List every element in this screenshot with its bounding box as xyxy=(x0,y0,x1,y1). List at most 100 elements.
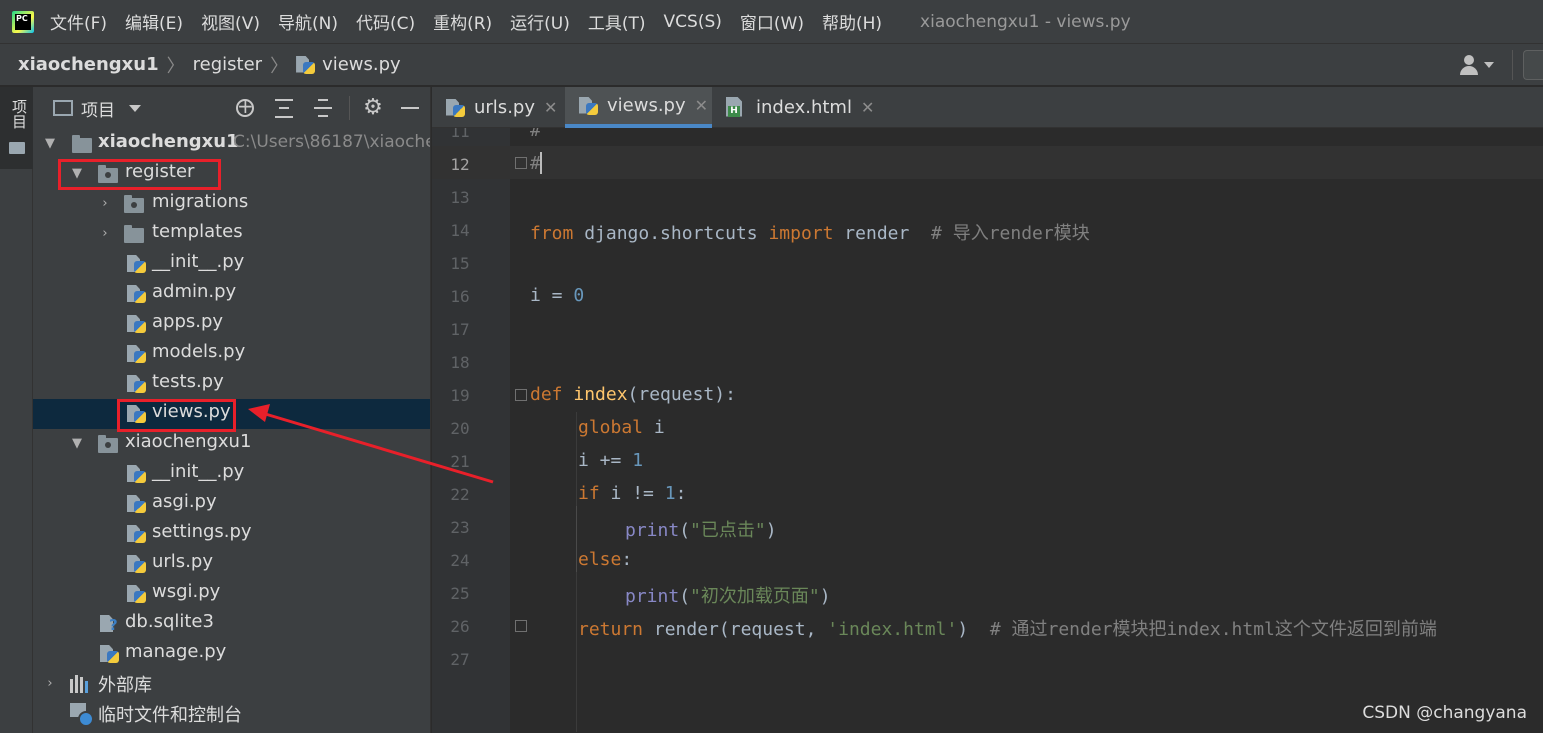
code-editor[interactable]: 11 12 13 14 15 16 17 18 19 20 21 22 23 2… xyxy=(432,128,1543,733)
watermark: CSDN @changyana xyxy=(1362,703,1527,723)
tab-label: views.py xyxy=(607,95,686,116)
menu-navigate[interactable]: 导航(N) xyxy=(278,9,338,34)
python-file-icon xyxy=(446,98,466,118)
collapse-all-icon[interactable] xyxy=(311,96,335,120)
project-panel-title[interactable]: 项目 xyxy=(81,96,115,121)
python-file-icon xyxy=(127,584,147,604)
chevron-right-icon[interactable]: › xyxy=(43,677,57,691)
breadcrumb-file[interactable]: views.py xyxy=(322,54,401,75)
python-file-icon xyxy=(127,344,147,364)
python-file-icon xyxy=(127,374,147,394)
tree-item-file[interactable]: asgi.py xyxy=(33,489,430,519)
python-file-icon xyxy=(127,554,147,574)
menu-code[interactable]: 代码(C) xyxy=(356,9,415,34)
run-configuration-button[interactable] xyxy=(1523,50,1543,80)
project-tool-window-tab[interactable]: 项目 xyxy=(0,87,33,169)
tree-item-file[interactable]: settings.py xyxy=(33,519,430,549)
code-line-11: # xyxy=(530,128,541,141)
tree-item-label: admin.py xyxy=(152,281,237,302)
expand-all-icon[interactable] xyxy=(272,96,296,120)
folder-icon xyxy=(9,142,25,154)
chevron-down-icon[interactable]: ▼ xyxy=(43,137,57,151)
menu-edit[interactable]: 编辑(E) xyxy=(125,9,183,34)
line-number: 23 xyxy=(450,518,470,537)
menu-run[interactable]: 运行(U) xyxy=(510,9,570,34)
tree-item-file[interactable]: wsgi.py xyxy=(33,579,430,609)
python-file-icon xyxy=(127,494,147,514)
project-path: C:\Users\86187\xiaoche xyxy=(233,132,431,152)
line-number: 18 xyxy=(450,353,470,372)
menu-refactor[interactable]: 重构(R) xyxy=(433,9,492,34)
tree-item-templates[interactable]: › templates xyxy=(33,219,430,249)
python-file-icon xyxy=(100,644,120,664)
tree-item-label: 外部库 xyxy=(98,675,152,696)
menu-view[interactable]: 视图(V) xyxy=(201,9,260,34)
breadcrumb-separator-icon: 〉 xyxy=(270,55,289,77)
tree-item-file[interactable]: db.sqlite3 xyxy=(33,609,430,639)
user-account-icon[interactable] xyxy=(1458,50,1498,80)
code-line-22: if i != 1: xyxy=(578,483,687,504)
tree-item-inner-package[interactable]: ▼ xiaochengxu1 xyxy=(33,429,430,459)
line-number: 11 xyxy=(450,128,470,141)
breadcrumb-folder[interactable]: register xyxy=(193,54,262,75)
tree-item-label: 临时文件和控制台 xyxy=(98,705,242,726)
menu-help[interactable]: 帮助(H) xyxy=(822,9,882,34)
menu-vcs[interactable]: VCS(S) xyxy=(664,12,722,32)
project-panel: 项目 ⚙ ▼ xiaochengxu1 C:\Users\86187\xiaoc… xyxy=(33,87,431,733)
chevron-down-icon[interactable] xyxy=(129,104,141,112)
tree-item-file[interactable]: manage.py xyxy=(33,639,430,669)
chevron-right-icon[interactable]: › xyxy=(98,227,112,241)
hide-panel-icon[interactable] xyxy=(399,96,423,120)
menu-tools[interactable]: 工具(T) xyxy=(588,9,646,34)
fold-marker-icon[interactable] xyxy=(515,620,527,632)
fold-marker-icon[interactable] xyxy=(515,157,527,169)
tree-item-root[interactable]: ▼ xiaochengxu1 C:\Users\86187\xiaoche xyxy=(33,129,431,159)
code-line-20: global i xyxy=(578,417,665,438)
pycharm-logo-icon[interactable]: PC xyxy=(12,10,34,33)
python-file-icon xyxy=(127,314,147,334)
tree-item-migrations[interactable]: › migrations xyxy=(33,189,430,219)
tree-item-file[interactable]: __init__.py xyxy=(33,459,430,489)
tree-item-file[interactable]: admin.py xyxy=(33,279,430,309)
tree-item-label: tests.py xyxy=(152,371,224,392)
html-file-icon xyxy=(726,97,748,119)
close-icon[interactable]: ✕ xyxy=(695,96,708,115)
breadcrumb-project[interactable]: xiaochengxu1 xyxy=(18,54,159,75)
tree-item-label: db.sqlite3 xyxy=(125,611,214,632)
tab-views[interactable]: views.py ✕ xyxy=(565,87,712,128)
line-number: 17 xyxy=(450,320,470,339)
tree-item-file[interactable]: urls.py xyxy=(33,549,430,579)
chevron-down-icon[interactable]: ▼ xyxy=(70,437,84,451)
line-number: 21 xyxy=(450,452,470,471)
tree-item-label: __init__.py xyxy=(152,461,245,482)
tree-item-scratches[interactable]: 临时文件和控制台 xyxy=(33,699,430,729)
tab-index-html[interactable]: index.html ✕ xyxy=(712,87,877,128)
code-line-25: print("初次加载页面") xyxy=(625,586,831,607)
tree-item-file[interactable]: tests.py xyxy=(33,369,430,399)
chevron-right-icon[interactable]: › xyxy=(98,197,112,211)
tree-item-label: asgi.py xyxy=(152,491,217,512)
text-cursor xyxy=(540,152,542,174)
line-number: 12 xyxy=(450,155,470,174)
tree-item-label: xiaochengxu1 xyxy=(125,431,252,452)
close-icon[interactable]: ✕ xyxy=(861,98,874,117)
tree-item-file[interactable]: __init__.py xyxy=(33,249,430,279)
folder-icon xyxy=(72,135,92,153)
package-folder-icon xyxy=(98,435,118,453)
close-icon[interactable]: ✕ xyxy=(544,98,557,117)
python-file-icon xyxy=(127,254,147,274)
locate-file-icon[interactable] xyxy=(233,94,257,120)
tree-item-file[interactable]: apps.py xyxy=(33,309,430,339)
line-number: 16 xyxy=(450,287,470,306)
gear-icon[interactable]: ⚙ xyxy=(361,96,385,120)
menu-window[interactable]: 窗口(W) xyxy=(740,9,804,34)
line-number: 22 xyxy=(450,485,470,504)
tree-item-external-libraries[interactable]: › 外部库 xyxy=(33,669,430,699)
fold-marker-icon[interactable] xyxy=(515,389,527,401)
indent-guide xyxy=(576,412,577,732)
tree-item-label: apps.py xyxy=(152,311,224,332)
tab-urls[interactable]: urls.py ✕ xyxy=(432,87,565,128)
menu-file[interactable]: 文件(F) xyxy=(50,9,107,34)
code-line-24: else: xyxy=(578,549,633,570)
tree-item-file[interactable]: models.py xyxy=(33,339,430,369)
